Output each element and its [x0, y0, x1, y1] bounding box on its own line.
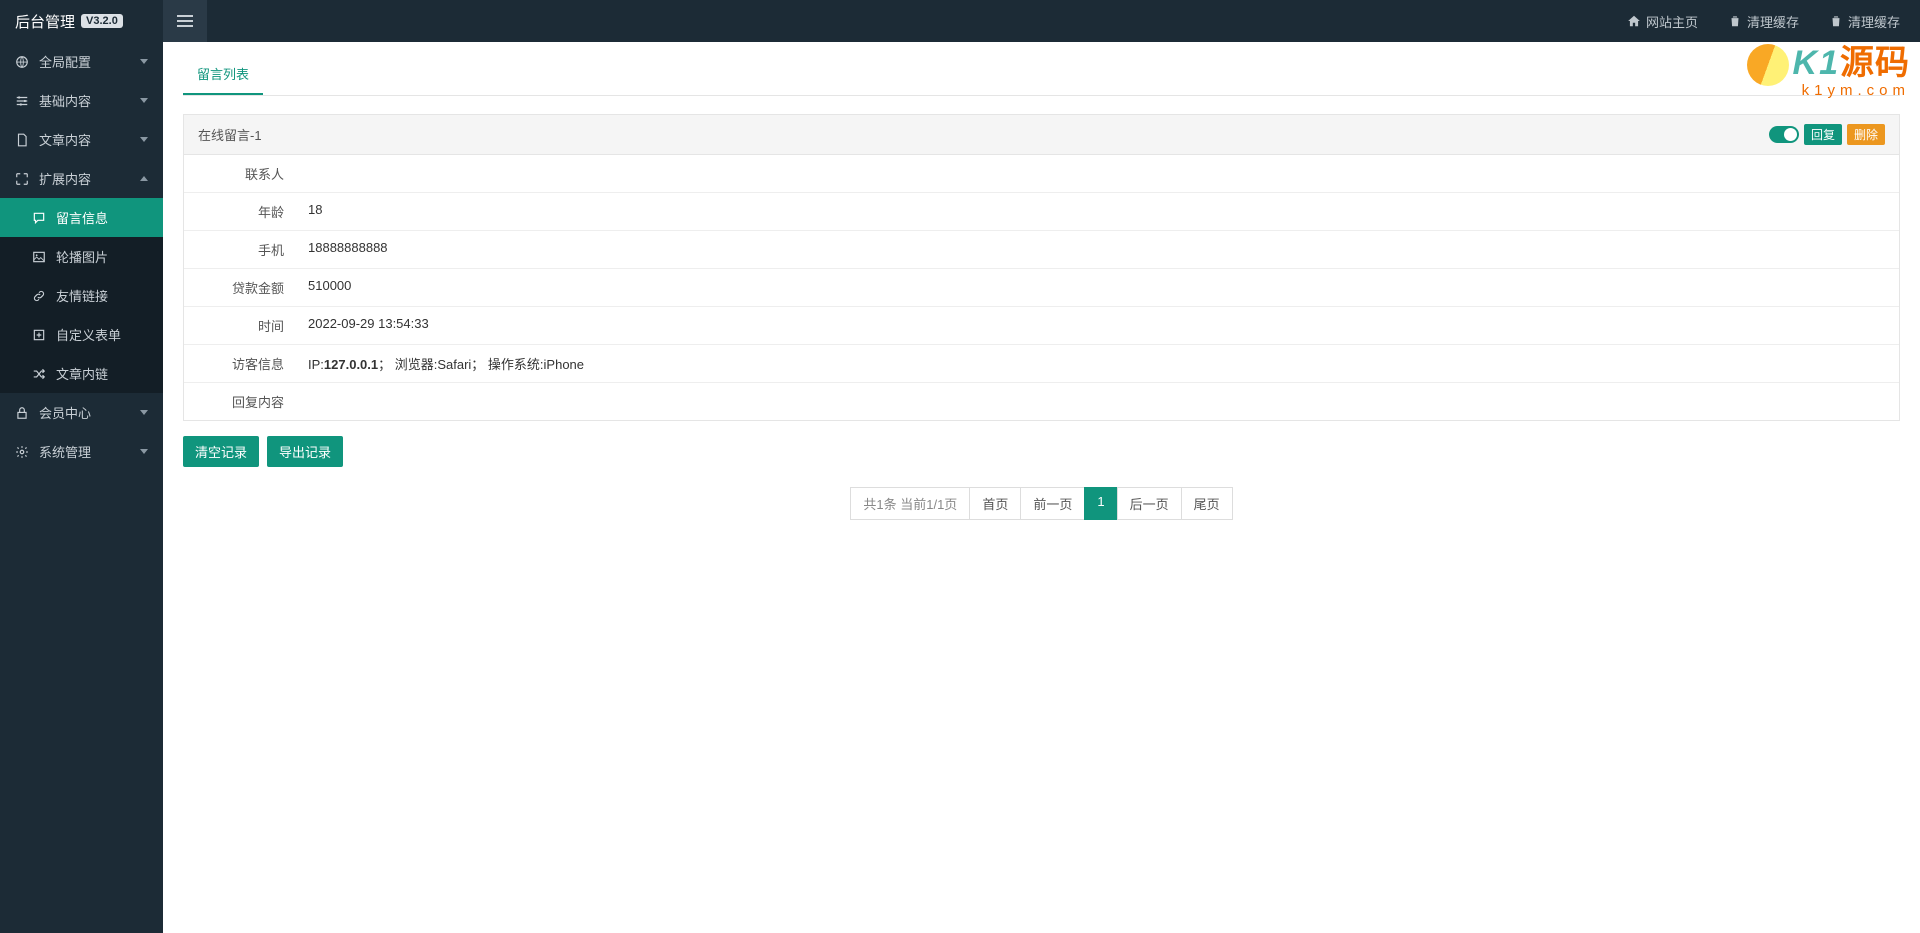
- sidebar-item-label: 会员中心: [39, 403, 91, 422]
- sidebar-item-label: 文章内链: [56, 364, 108, 383]
- file-icon: [15, 133, 29, 147]
- image-icon: [32, 250, 46, 264]
- record-title: 在线留言-1: [198, 125, 1769, 144]
- home-link[interactable]: 网站主页: [1627, 12, 1698, 31]
- record-label: 贷款金额: [184, 269, 294, 306]
- status-toggle[interactable]: [1769, 126, 1799, 143]
- main-content: 留言列表 在线留言-1 回复 删除 联系人 年龄: [163, 42, 1920, 933]
- sidebar-item-label: 系统管理: [39, 442, 91, 461]
- sidebar: 全局配置 基础内容 文章内容 扩展内容 留言信息 轮播图片: [0, 42, 163, 933]
- page-current[interactable]: 1: [1084, 487, 1117, 520]
- trash-icon: [1829, 14, 1843, 28]
- pagination: 共1条 当前1/1页 首页 前一页 1 后一页 尾页: [183, 487, 1900, 520]
- sidebar-item-label: 全局配置: [39, 52, 91, 71]
- record-value: 18: [294, 193, 1899, 230]
- record-value: 2022-09-29 13:54:33: [294, 307, 1899, 344]
- sidebar-item-label: 自定义表单: [56, 325, 121, 344]
- comment-icon: [32, 211, 46, 225]
- record-label: 手机: [184, 231, 294, 268]
- action-buttons: 清空记录 导出记录: [183, 436, 1900, 467]
- record-label: 时间: [184, 307, 294, 344]
- sidebar-item-member[interactable]: 会员中心: [0, 393, 163, 432]
- sidebar-item-article[interactable]: 文章内容: [0, 120, 163, 159]
- record-value: 18888888888: [294, 231, 1899, 268]
- sidebar-item-label: 文章内容: [39, 130, 91, 149]
- record-label: 年龄: [184, 193, 294, 230]
- record-body: 联系人 年龄 18 手机 18888888888 贷款金额 510000 时间: [184, 155, 1899, 420]
- page-last[interactable]: 尾页: [1181, 487, 1233, 520]
- record-row-reply: 回复内容: [184, 383, 1899, 420]
- sidebar-item-label: 基础内容: [39, 91, 91, 110]
- record-value: IP:127.0.0.1； 浏览器:Safari； 操作系统:iPhone: [294, 345, 1899, 382]
- expand-icon: [15, 172, 29, 186]
- link-icon: [32, 289, 46, 303]
- export-records-button[interactable]: 导出记录: [267, 436, 343, 467]
- globe-icon: [15, 55, 29, 69]
- brand-version: V3.2.0: [81, 14, 123, 28]
- gear-icon: [15, 445, 29, 459]
- chevron-down-icon: [140, 59, 148, 64]
- record-value: [294, 155, 1899, 192]
- home-icon: [1627, 14, 1641, 28]
- record-row-visitor: 访客信息 IP:127.0.0.1； 浏览器:Safari； 操作系统:iPho…: [184, 345, 1899, 383]
- message-record: 在线留言-1 回复 删除 联系人 年龄 18: [183, 114, 1900, 421]
- sidebar-item-innerlink[interactable]: 文章内链: [0, 354, 163, 393]
- clear-cache-link[interactable]: 清理缓存: [1728, 12, 1799, 31]
- page-first[interactable]: 首页: [969, 487, 1021, 520]
- record-row-loan: 贷款金额 510000: [184, 269, 1899, 307]
- sidebar-item-links[interactable]: 友情链接: [0, 276, 163, 315]
- clear-cache-link-2[interactable]: 清理缓存: [1829, 12, 1900, 31]
- tab-bar: 留言列表: [183, 54, 1900, 96]
- brand: 后台管理 V3.2.0: [0, 11, 163, 32]
- brand-title: 后台管理: [15, 11, 75, 32]
- record-label: 回复内容: [184, 383, 294, 420]
- sidebar-item-system[interactable]: 系统管理: [0, 432, 163, 471]
- record-row-contact: 联系人: [184, 155, 1899, 193]
- page-info: 共1条 当前1/1页: [850, 487, 970, 520]
- clear-records-button[interactable]: 清空记录: [183, 436, 259, 467]
- record-header: 在线留言-1 回复 删除: [184, 115, 1899, 155]
- plus-square-icon: [32, 328, 46, 342]
- top-header: 后台管理 V3.2.0 网站主页 清理缓存 清理缓存: [0, 0, 1920, 42]
- chevron-down-icon: [140, 449, 148, 454]
- sidebar-item-global[interactable]: 全局配置: [0, 42, 163, 81]
- chevron-down-icon: [140, 137, 148, 142]
- chevron-up-icon: [140, 176, 148, 181]
- toggle-knob: [1784, 128, 1797, 141]
- sidebar-item-carousel[interactable]: 轮播图片: [0, 237, 163, 276]
- sidebar-item-customform[interactable]: 自定义表单: [0, 315, 163, 354]
- chevron-down-icon: [140, 410, 148, 415]
- reply-button[interactable]: 回复: [1804, 124, 1842, 145]
- delete-button[interactable]: 删除: [1847, 124, 1885, 145]
- shuffle-icon: [32, 367, 46, 381]
- sidebar-item-label: 留言信息: [56, 208, 108, 227]
- record-label: 访客信息: [184, 345, 294, 382]
- record-row-phone: 手机 18888888888: [184, 231, 1899, 269]
- lock-icon: [15, 406, 29, 420]
- sidebar-item-message[interactable]: 留言信息: [0, 198, 163, 237]
- record-row-time: 时间 2022-09-29 13:54:33: [184, 307, 1899, 345]
- page-next[interactable]: 后一页: [1117, 487, 1182, 520]
- sidebar-submenu-extend: 留言信息 轮播图片 友情链接 自定义表单 文章内链: [0, 198, 163, 393]
- page-prev[interactable]: 前一页: [1020, 487, 1085, 520]
- record-label: 联系人: [184, 155, 294, 192]
- menu-toggle-button[interactable]: [163, 0, 207, 42]
- sidebar-item-extend[interactable]: 扩展内容: [0, 159, 163, 198]
- tab-message-list[interactable]: 留言列表: [183, 54, 263, 95]
- header-links: 网站主页 清理缓存 清理缓存: [1627, 12, 1920, 31]
- record-value: [294, 383, 1899, 420]
- sliders-icon: [15, 94, 29, 108]
- trash-icon: [1728, 14, 1742, 28]
- sidebar-item-label: 扩展内容: [39, 169, 91, 188]
- record-row-age: 年龄 18: [184, 193, 1899, 231]
- sidebar-item-label: 友情链接: [56, 286, 108, 305]
- sidebar-item-basic[interactable]: 基础内容: [0, 81, 163, 120]
- sidebar-item-label: 轮播图片: [56, 247, 108, 266]
- bars-icon: [177, 15, 193, 27]
- chevron-down-icon: [140, 98, 148, 103]
- record-value: 510000: [294, 269, 1899, 306]
